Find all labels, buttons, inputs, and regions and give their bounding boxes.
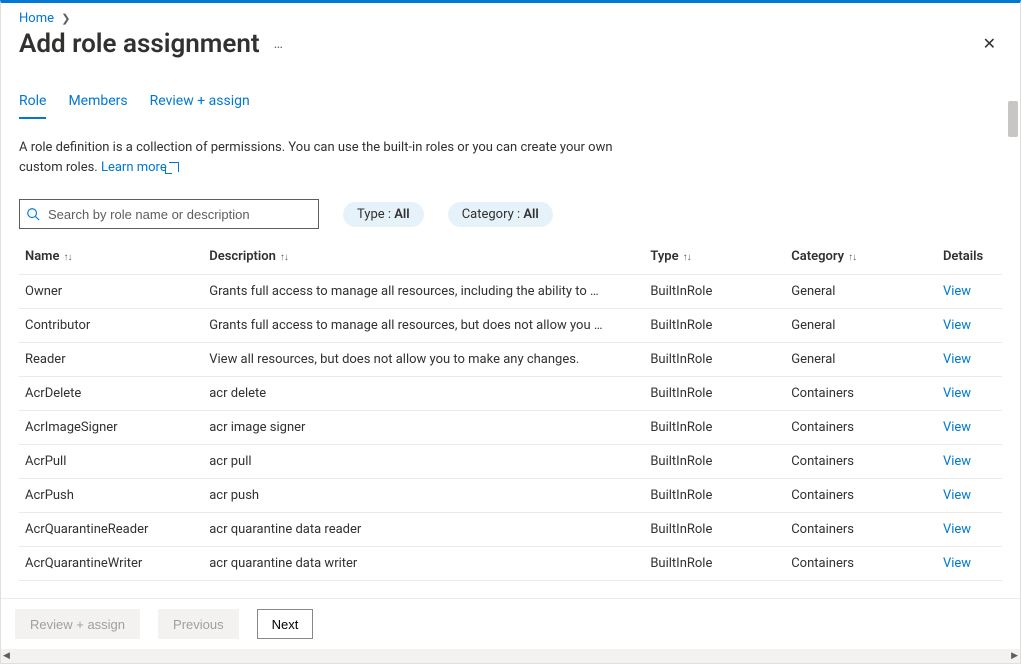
view-link[interactable]: View [943,556,971,571]
cell-name: AcrDelete [19,377,203,411]
column-header-name[interactable]: Name↑↓ [19,239,203,275]
table-row[interactable]: AcrQuarantineWriteracr quarantine data w… [19,547,1002,581]
learn-more-link[interactable]: Learn more [101,160,179,175]
filter-category-value: All [523,207,538,222]
table-row[interactable]: AcrQuarantineReaderacr quarantine data r… [19,513,1002,547]
cell-category: Containers [785,445,937,479]
view-link[interactable]: View [943,284,971,299]
filter-type-value: All [394,207,409,222]
page-title: Add role assignment [19,29,260,59]
view-link[interactable]: View [943,522,971,537]
column-header-category[interactable]: Category↑↓ [785,239,937,275]
table-row[interactable]: AcrPullacr pullBuiltInRoleContainers View [19,445,1002,479]
cell-type: BuiltInRole [644,513,785,547]
cell-name: Owner [19,275,203,309]
table-row[interactable]: AcrImageSigneracr image signerBuiltInRol… [19,411,1002,445]
cell-name: Reader [19,343,203,377]
view-link[interactable]: View [943,488,971,503]
cell-category: Containers [785,411,937,445]
table-row[interactable]: AcrDeleteacr deleteBuiltInRoleContainers… [19,377,1002,411]
filter-category-label: Category : [462,207,524,222]
cell-type: BuiltInRole [644,479,785,513]
sort-icon: ↑↓ [280,252,288,263]
cell-description: acr quarantine data writer [203,547,644,581]
tab-role[interactable]: Role [19,89,46,119]
search-input-wrapper[interactable] [19,199,319,229]
search-input[interactable] [46,206,312,223]
cell-category: Containers [785,547,937,581]
cell-description: Grants full access to manage all resourc… [203,275,644,309]
view-link[interactable]: View [943,352,971,367]
breadcrumb-home[interactable]: Home [19,11,54,26]
view-link[interactable]: View [943,454,971,469]
tab-review-assign[interactable]: Review + assign [150,89,250,119]
cell-type: BuiltInRole [644,547,785,581]
close-icon[interactable]: ✕ [977,28,1002,59]
table-row[interactable]: OwnerGrants full access to manage all re… [19,275,1002,309]
cell-name: AcrPull [19,445,203,479]
cell-type: BuiltInRole [644,411,785,445]
next-button[interactable]: Next [257,609,314,639]
column-header-type[interactable]: Type↑↓ [644,239,785,275]
cell-name: AcrQuarantineReader [19,513,203,547]
cell-description: acr pull [203,445,644,479]
cell-category: Containers [785,513,937,547]
filter-category[interactable]: Category : All [448,202,553,227]
cell-name: AcrQuarantineWriter [19,547,203,581]
sort-icon: ↑↓ [63,252,71,263]
search-icon [26,207,40,221]
filter-type-label: Type : [357,207,394,222]
cell-description: View all resources, but does not allow y… [203,343,644,377]
cell-type: BuiltInRole [644,275,785,309]
scrollbar-thumb[interactable] [1008,101,1018,137]
cell-category: Containers [785,479,937,513]
table-row[interactable]: ContributorGrants full access to manage … [19,309,1002,343]
table-row[interactable]: AcrPushacr pushBuiltInRoleContainers View [19,479,1002,513]
intro-text: A role definition is a collection of per… [19,138,659,177]
horizontal-scrollbar[interactable]: ◀ ▶ [1,649,1020,663]
cell-type: BuiltInRole [644,309,785,343]
tab-members[interactable]: Members [68,89,127,119]
cell-name: AcrImageSigner [19,411,203,445]
previous-button: Previous [158,609,239,639]
cell-type: BuiltInRole [644,343,785,377]
scroll-right-icon[interactable]: ▶ [1011,651,1018,661]
more-actions-icon[interactable]: … [274,36,285,52]
external-link-icon [169,162,179,172]
view-link[interactable]: View [943,386,971,401]
scroll-left-icon[interactable]: ◀ [3,651,10,661]
cell-type: BuiltInRole [644,377,785,411]
tab-bar: Role Members Review + assign [19,89,1002,120]
cell-category: General [785,275,937,309]
cell-category: Containers [785,377,937,411]
cell-description: acr push [203,479,644,513]
view-link[interactable]: View [943,420,971,435]
cell-type: BuiltInRole [644,445,785,479]
table-row[interactable]: ReaderView all resources, but does not a… [19,343,1002,377]
cell-description: acr delete [203,377,644,411]
roles-table: Name↑↓ Description↑↓ Type↑↓ Category↑↓ D… [19,239,1002,581]
sort-icon: ↑↓ [683,252,691,263]
cell-name: Contributor [19,309,203,343]
breadcrumb: Home ❯ [1,3,1020,26]
review-assign-button: Review + assign [15,609,140,639]
sort-icon: ↑↓ [848,252,856,263]
cell-category: General [785,343,937,377]
cell-description: acr image signer [203,411,644,445]
cell-description: acr quarantine data reader [203,513,644,547]
cell-category: General [785,309,937,343]
cell-description: Grants full access to manage all resourc… [203,309,644,343]
view-link[interactable]: View [943,318,971,333]
footer-bar: Review + assign Previous Next [1,598,1020,649]
cell-name: AcrPush [19,479,203,513]
chevron-right-icon: ❯ [61,12,70,25]
filter-type[interactable]: Type : All [343,202,424,227]
column-header-description[interactable]: Description↑↓ [203,239,644,275]
column-header-details: Details [937,239,1002,275]
